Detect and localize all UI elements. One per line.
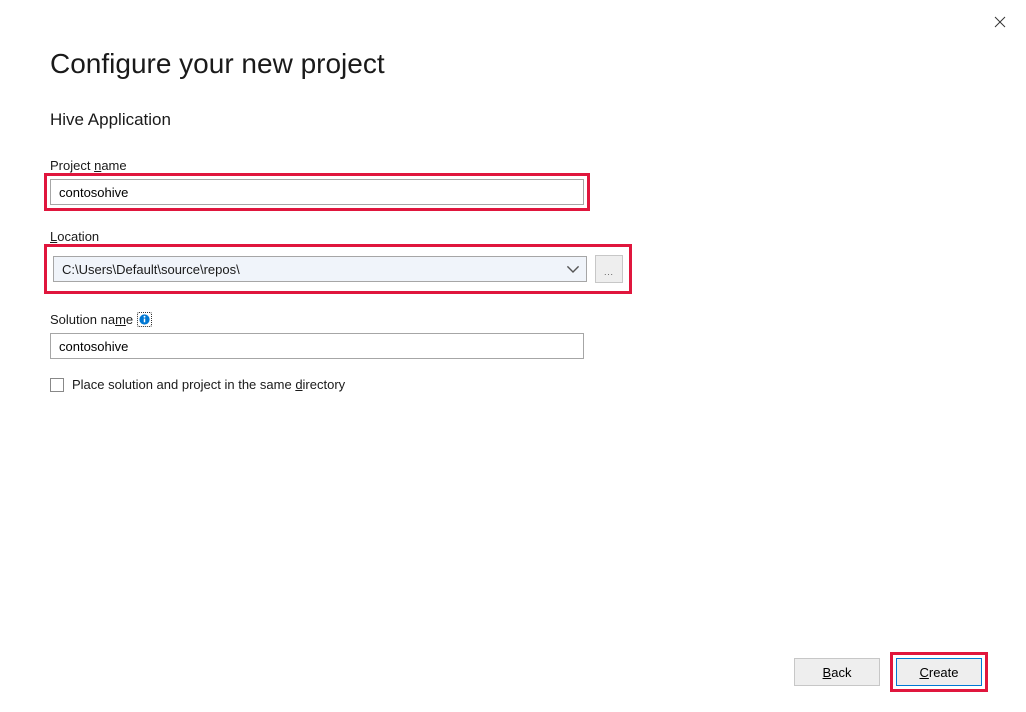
location-highlight: C:\Users\Default\source\repos\ ... bbox=[44, 244, 632, 294]
browse-location-button[interactable]: ... bbox=[595, 255, 623, 283]
solution-name-group: Solution name bbox=[50, 312, 976, 359]
solution-name-info-button[interactable] bbox=[137, 312, 152, 327]
info-icon bbox=[138, 313, 151, 326]
create-button-highlight: Create bbox=[890, 652, 988, 692]
location-dropdown-caret[interactable] bbox=[566, 262, 580, 276]
location-row: C:\Users\Default\source\repos\ ... bbox=[53, 255, 623, 283]
project-type-subtitle: Hive Application bbox=[50, 110, 976, 130]
project-name-input[interactable] bbox=[50, 179, 584, 205]
dialog-title: Configure your new project bbox=[50, 48, 976, 80]
dialog-button-row: Back Create bbox=[794, 652, 988, 692]
location-group: Location C:\Users\Default\source\repos\ … bbox=[50, 229, 976, 294]
create-button[interactable]: Create bbox=[896, 658, 982, 686]
project-name-group: Project name bbox=[50, 158, 976, 211]
location-combo[interactable]: C:\Users\Default\source\repos\ bbox=[53, 256, 587, 282]
project-name-highlight bbox=[44, 173, 590, 211]
back-button[interactable]: Back bbox=[794, 658, 880, 686]
same-directory-checkbox[interactable] bbox=[50, 378, 64, 392]
solution-name-input[interactable] bbox=[50, 333, 584, 359]
chevron-down-icon bbox=[566, 265, 580, 273]
close-button[interactable] bbox=[990, 12, 1010, 32]
location-value: C:\Users\Default\source\repos\ bbox=[62, 262, 566, 277]
same-directory-label: Place solution and project in the same d… bbox=[72, 377, 345, 392]
solution-name-label: Solution name bbox=[50, 312, 133, 327]
configure-project-dialog: Configure your new project Hive Applicat… bbox=[0, 0, 1026, 712]
same-directory-row: Place solution and project in the same d… bbox=[50, 377, 976, 392]
project-name-label: Project name bbox=[50, 158, 976, 173]
close-icon bbox=[994, 16, 1006, 28]
location-label: Location bbox=[50, 229, 976, 244]
